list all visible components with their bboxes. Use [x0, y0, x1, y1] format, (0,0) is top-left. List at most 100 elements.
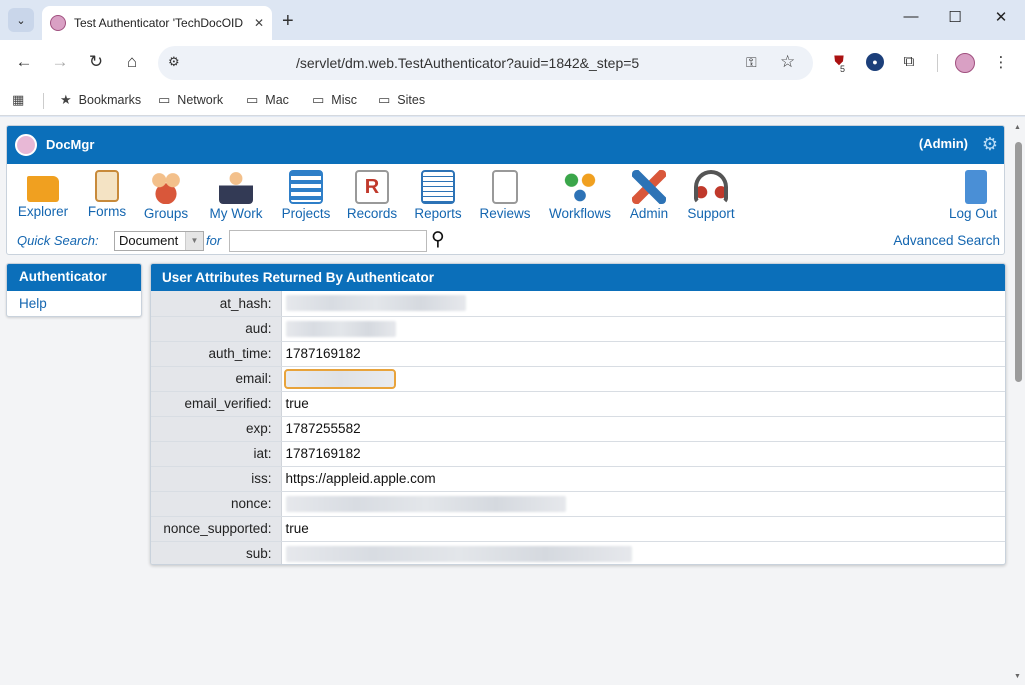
- new-tab-icon[interactable]: +: [282, 10, 294, 33]
- folder-icon: [27, 176, 59, 202]
- back-icon[interactable]: ←: [12, 52, 36, 72]
- table-row: sub:: [151, 541, 1005, 564]
- nav-reports[interactable]: Reports: [410, 170, 466, 221]
- folder-icon: ▭: [246, 92, 259, 107]
- nav-admin[interactable]: Admin: [623, 170, 675, 221]
- address-bar[interactable]: ⚙ /servlet/dm.web.TestAuthenticator?auid…: [158, 46, 813, 80]
- redacted-value: [285, 545, 632, 562]
- favicon-icon: [50, 15, 66, 31]
- attribute-value: [281, 366, 1005, 392]
- quick-search-for-label: for: [206, 233, 222, 248]
- folder-icon: ▭: [158, 92, 171, 107]
- tab-search-icon[interactable]: ⌄: [8, 8, 34, 32]
- quick-search-label: Quick Search:: [17, 233, 99, 248]
- apps-grid-icon[interactable]: ▦: [12, 92, 31, 108]
- nav-groups[interactable]: Groups: [139, 170, 193, 221]
- search-icon[interactable]: ⚲: [431, 228, 445, 251]
- table-row: exp: 1787255582: [151, 416, 1005, 442]
- document-review-icon: [492, 170, 518, 204]
- attribute-key: nonce:: [151, 491, 282, 517]
- attribute-key: exp:: [151, 416, 282, 442]
- seal-extension-icon[interactable]: ●: [866, 53, 884, 71]
- nav-projects[interactable]: Projects: [277, 170, 335, 221]
- browser-titlebar: ⌄ Test Authenticator 'TechDocOID ✕ + — ☐…: [0, 0, 1025, 40]
- app-name: DocMgr: [46, 137, 95, 152]
- browser-toolbar: ← → ↻ ⌂ ⚙ /servlet/dm.web.TestAuthentica…: [0, 40, 1025, 86]
- logout-door-icon: [965, 170, 987, 204]
- bookmark-bookmarks[interactable]: ★ Bookmarks: [60, 92, 141, 108]
- panel-title: User Attributes Returned By Authenticato…: [151, 264, 1005, 291]
- password-key-icon[interactable]: ⚿: [746, 54, 757, 71]
- redacted-value[interactable]: [283, 368, 396, 389]
- attribute-value: [281, 291, 1005, 317]
- advanced-search-link[interactable]: Advanced Search: [893, 233, 1000, 248]
- quick-search-row: Quick Search: Document ▼ for ⚲ Advanced …: [7, 228, 1006, 254]
- browser-tab[interactable]: Test Authenticator 'TechDocOID ✕: [42, 6, 272, 40]
- quick-search-scope-select[interactable]: Document ▼: [114, 231, 204, 251]
- browser-menu-icon[interactable]: ⋮: [992, 53, 1010, 71]
- attribute-key: at_hash:: [151, 291, 282, 317]
- page-scrollbar[interactable]: ▲ ▼: [1012, 122, 1024, 682]
- tab-title: Test Authenticator 'TechDocOID: [74, 16, 244, 30]
- attribute-value: 1787169182: [281, 441, 1005, 467]
- bookmark-mac[interactable]: ▭ Mac: [246, 92, 289, 108]
- folder-icon: ▭: [378, 92, 391, 107]
- profile-avatar[interactable]: [955, 53, 975, 73]
- nav-forms[interactable]: Forms: [83, 170, 131, 219]
- table-row: auth_time: 1787169182: [151, 341, 1005, 367]
- table-row: at_hash:: [151, 291, 1005, 317]
- nav-support[interactable]: Support: [683, 170, 739, 221]
- url-text[interactable]: /servlet/dm.web.TestAuthenticator?auid=1…: [296, 55, 639, 71]
- table-row: nonce:: [151, 491, 1005, 517]
- scroll-down-icon[interactable]: ▼: [1014, 673, 1021, 680]
- bookmark-star-icon[interactable]: ☆: [780, 52, 795, 72]
- nav-records[interactable]: R Records: [344, 170, 400, 221]
- tab-close-icon[interactable]: ✕: [254, 16, 264, 30]
- records-icon: R: [355, 170, 389, 204]
- nav-explorer[interactable]: Explorer: [15, 170, 71, 219]
- nav-log-out[interactable]: Log Out: [945, 170, 1001, 221]
- table-row: aud:: [151, 316, 1005, 342]
- site-info-icon[interactable]: ⚙: [168, 54, 180, 70]
- people-icon: [149, 170, 183, 204]
- main-nav: Explorer Forms Groups My Work Projects R…: [7, 170, 1006, 226]
- scroll-up-icon[interactable]: ▲: [1014, 124, 1021, 131]
- close-window-icon[interactable]: ✕: [986, 8, 1016, 26]
- nav-my-work[interactable]: My Work: [205, 170, 267, 221]
- table-row: email:: [151, 366, 1005, 392]
- attributes-panel: User Attributes Returned By Authenticato…: [150, 263, 1006, 565]
- extensions-puzzle-icon[interactable]: ⧉: [900, 53, 918, 71]
- attribute-key: nonce_supported:: [151, 516, 282, 542]
- attribute-value: https://appleid.apple.com: [281, 466, 1005, 492]
- home-icon[interactable]: ⌂: [120, 52, 144, 72]
- attribute-key: auth_time:: [151, 341, 282, 367]
- reload-icon[interactable]: ↻: [84, 52, 108, 72]
- table-row: nonce_supported: true: [151, 516, 1005, 542]
- attribute-value: true: [281, 516, 1005, 542]
- app-header: DocMgr (Admin) ⚙ Explorer Forms Groups M…: [6, 125, 1005, 255]
- shield-extension-icon[interactable]: ⛊: [830, 53, 848, 71]
- forward-icon[interactable]: →: [48, 52, 72, 72]
- nav-workflows[interactable]: Workflows: [545, 170, 615, 221]
- minimize-icon[interactable]: —: [896, 8, 926, 25]
- sidebar-item-help[interactable]: Help: [7, 291, 141, 316]
- quick-search-input[interactable]: [229, 230, 427, 252]
- gear-icon[interactable]: ⚙: [982, 134, 998, 155]
- bookmark-network[interactable]: ▭ Network: [158, 92, 223, 108]
- bookmarks-divider: [43, 93, 44, 109]
- clipboard-icon: [95, 170, 119, 202]
- scroll-thumb[interactable]: [1015, 142, 1022, 382]
- page-content: DocMgr (Admin) ⚙ Explorer Forms Groups M…: [0, 117, 1025, 685]
- bookmark-misc[interactable]: ▭ Misc: [312, 92, 357, 108]
- bookmark-sites[interactable]: ▭ Sites: [378, 92, 425, 108]
- extension-badge: 5: [840, 64, 846, 74]
- attribute-value: [281, 541, 1005, 564]
- star-icon: ★: [60, 92, 72, 107]
- nav-reviews[interactable]: Reviews: [475, 170, 535, 221]
- user-role[interactable]: (Admin): [919, 136, 968, 151]
- maximize-icon[interactable]: ☐: [940, 8, 970, 26]
- headset-icon: [694, 170, 728, 204]
- app-bar: DocMgr (Admin) ⚙: [7, 126, 1004, 164]
- attribute-key: iss:: [151, 466, 282, 492]
- toolbar-divider: [937, 54, 938, 72]
